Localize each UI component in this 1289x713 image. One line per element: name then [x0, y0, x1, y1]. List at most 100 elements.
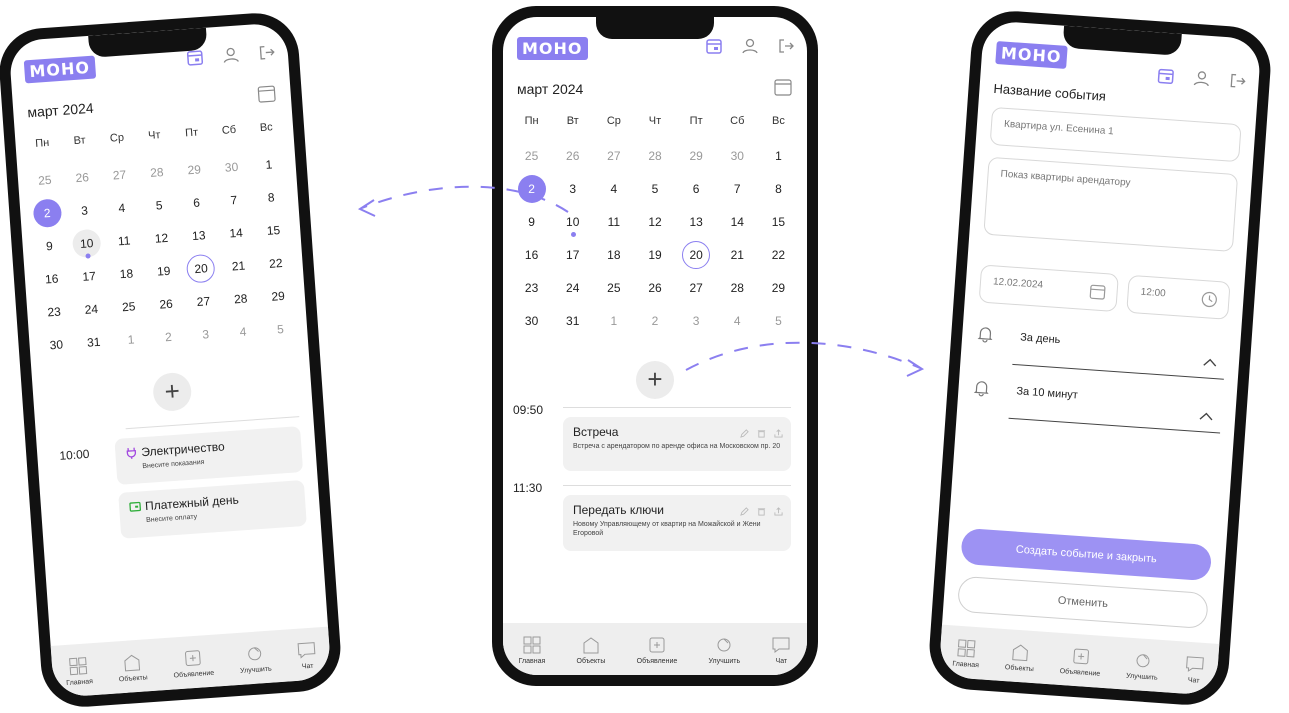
event-card[interactable]: Электричество Внесите показания	[114, 426, 304, 485]
calendar-day-marked[interactable]: 20	[676, 240, 717, 270]
event-name-input[interactable]: Квартира ул. Есенина 1	[989, 106, 1242, 163]
calendar-day[interactable]: 26	[62, 161, 101, 194]
calendar-day[interactable]: 27	[100, 159, 139, 192]
calendar-day[interactable]: 13	[179, 219, 218, 252]
calendar-day[interactable]: 3	[186, 318, 225, 351]
nav-improve[interactable]: Улучшить	[238, 643, 272, 675]
clock-icon[interactable]	[1200, 290, 1219, 312]
calendar-day[interactable]: 14	[216, 217, 255, 250]
calendar-day[interactable]: 25	[25, 164, 64, 197]
calendar-day[interactable]: 11	[104, 225, 143, 258]
calendar-day[interactable]: 5	[139, 189, 178, 222]
nav-home[interactable]: Главная	[952, 638, 981, 669]
user-icon[interactable]	[741, 37, 759, 55]
calendar-day[interactable]: 14	[717, 207, 758, 237]
calendar-day-today[interactable]: 10	[552, 207, 593, 237]
calendar-icon[interactable]	[705, 37, 723, 55]
calendar-day[interactable]: 3	[676, 306, 717, 336]
calendar-day[interactable]: 1	[111, 323, 150, 356]
reminder-select[interactable]: За 10 минут	[971, 376, 1223, 434]
calendar-day[interactable]: 1	[593, 306, 634, 336]
calendar-day[interactable]: 29	[258, 280, 297, 313]
nav-objects[interactable]: Объекты	[1005, 641, 1036, 673]
logo[interactable]: МОНО	[23, 55, 96, 84]
calendar-day[interactable]: 12	[142, 222, 181, 255]
reminder-select[interactable]: За день	[974, 322, 1226, 380]
calendar-day[interactable]: 19	[144, 255, 183, 288]
calendar-day[interactable]: 25	[511, 141, 552, 171]
calendar-day[interactable]: 5	[634, 174, 675, 204]
logout-icon[interactable]	[257, 43, 276, 62]
share-icon[interactable]	[774, 425, 783, 438]
nav-objects[interactable]: Объекты	[577, 635, 605, 665]
calendar-day[interactable]: 9	[511, 207, 552, 237]
calendar-view-icon[interactable]	[773, 77, 793, 97]
calendar-day[interactable]: 25	[593, 273, 634, 303]
calendar-day[interactable]: 23	[511, 273, 552, 303]
edit-icon[interactable]	[740, 503, 749, 516]
event-description-input[interactable]: Показ квартиры арендатору	[983, 156, 1239, 252]
calendar-day[interactable]: 1	[249, 148, 288, 181]
calendar-day[interactable]: 28	[634, 141, 675, 171]
nav-chat[interactable]: Чат	[296, 640, 318, 671]
calendar-icon[interactable]	[1156, 66, 1175, 85]
calendar-day[interactable]: 3	[65, 194, 104, 227]
calendar-day[interactable]: 26	[552, 141, 593, 171]
trash-icon[interactable]	[757, 503, 766, 516]
calendar-day-today[interactable]: 10	[67, 227, 106, 260]
calendar-day[interactable]: 13	[676, 207, 717, 237]
calendar-day[interactable]: 6	[676, 174, 717, 204]
calendar-day[interactable]: 21	[219, 250, 258, 283]
calendar-view-icon[interactable]	[256, 83, 277, 104]
add-event-button[interactable]: +	[636, 361, 674, 399]
calendar-day[interactable]: 27	[593, 141, 634, 171]
nav-chat[interactable]: Чат	[1183, 654, 1205, 685]
calendar-day[interactable]: 17	[69, 260, 108, 293]
calendar-day[interactable]: 28	[221, 283, 260, 316]
calendar-day[interactable]: 30	[212, 151, 251, 184]
calendar-day[interactable]: 31	[552, 306, 593, 336]
chevron-up-icon[interactable]	[1199, 408, 1214, 421]
nav-chat[interactable]: Чат	[771, 635, 791, 665]
calendar-day[interactable]: 6	[177, 186, 216, 219]
calendar-day[interactable]: 7	[214, 184, 253, 217]
calendar-day[interactable]: 4	[223, 316, 262, 349]
calendar-day[interactable]: 5	[261, 313, 300, 346]
calendar-day[interactable]: 18	[107, 258, 146, 291]
event-card[interactable]: Платежный день Внесите оплату	[118, 479, 307, 539]
calendar-day[interactable]: 16	[511, 240, 552, 270]
calendar-day[interactable]: 3	[552, 174, 593, 204]
calendar-day[interactable]: 22	[758, 240, 799, 270]
calendar-day[interactable]: 26	[146, 288, 185, 321]
calendar-day[interactable]: 1	[758, 141, 799, 171]
calendar-icon[interactable]	[1088, 282, 1107, 304]
calendar-day[interactable]: 4	[102, 192, 141, 225]
calendar-day[interactable]: 5	[758, 306, 799, 336]
calendar-day[interactable]: 8	[251, 181, 290, 214]
calendar-day[interactable]: 4	[717, 306, 758, 336]
nav-objects[interactable]: Объекты	[117, 651, 148, 683]
chevron-up-icon[interactable]	[1203, 354, 1218, 367]
calendar-day[interactable]: 29	[676, 141, 717, 171]
calendar-day[interactable]: 9	[30, 230, 69, 263]
nav-home[interactable]: Главная	[64, 655, 93, 687]
event-card[interactable]: Передать ключи Новому Управляющему от кв…	[563, 495, 791, 551]
calendar-day[interactable]: 22	[256, 247, 295, 280]
nav-improve[interactable]: Улучшить	[1126, 650, 1160, 682]
calendar-day[interactable]: 23	[34, 296, 73, 329]
date-input[interactable]: 12.02.2024	[978, 264, 1119, 313]
calendar-day[interactable]: 29	[758, 273, 799, 303]
calendar-day[interactable]: 4	[593, 174, 634, 204]
calendar-day[interactable]: 27	[184, 285, 223, 318]
share-icon[interactable]	[774, 503, 783, 516]
calendar-day[interactable]: 24	[72, 293, 111, 326]
calendar-day[interactable]: 30	[717, 141, 758, 171]
user-icon[interactable]	[1192, 69, 1211, 88]
calendar-day[interactable]: 7	[717, 174, 758, 204]
event-card[interactable]: Встреча Встреча с арендатором по аренде …	[563, 417, 791, 471]
create-event-button[interactable]: Создать событие и закрыть	[960, 527, 1213, 582]
nav-improve[interactable]: Улучшить	[709, 635, 740, 665]
calendar-day[interactable]: 16	[32, 263, 71, 296]
nav-ad[interactable]: Объявление	[637, 635, 677, 665]
calendar-day[interactable]: 30	[511, 306, 552, 336]
